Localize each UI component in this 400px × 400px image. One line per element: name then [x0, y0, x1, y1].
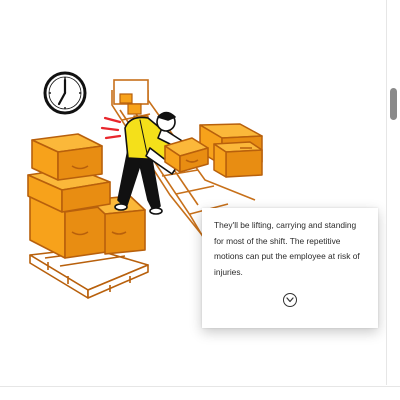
- expand-button[interactable]: [283, 293, 297, 307]
- story-page: They'll be lifting, carrying and standin…: [0, 0, 400, 400]
- strain-lines-icon: [100, 116, 122, 140]
- scrollbar-thumb[interactable]: [390, 88, 397, 120]
- bottom-divider: [0, 386, 400, 387]
- box-stack-right: [199, 123, 263, 178]
- scrollbar[interactable]: [386, 0, 400, 385]
- chevron-down-icon: [286, 297, 294, 303]
- info-card-text: They'll be lifting, carrying and standin…: [214, 220, 360, 277]
- info-card: They'll be lifting, carrying and standin…: [202, 208, 378, 328]
- clock-icon: [43, 71, 87, 115]
